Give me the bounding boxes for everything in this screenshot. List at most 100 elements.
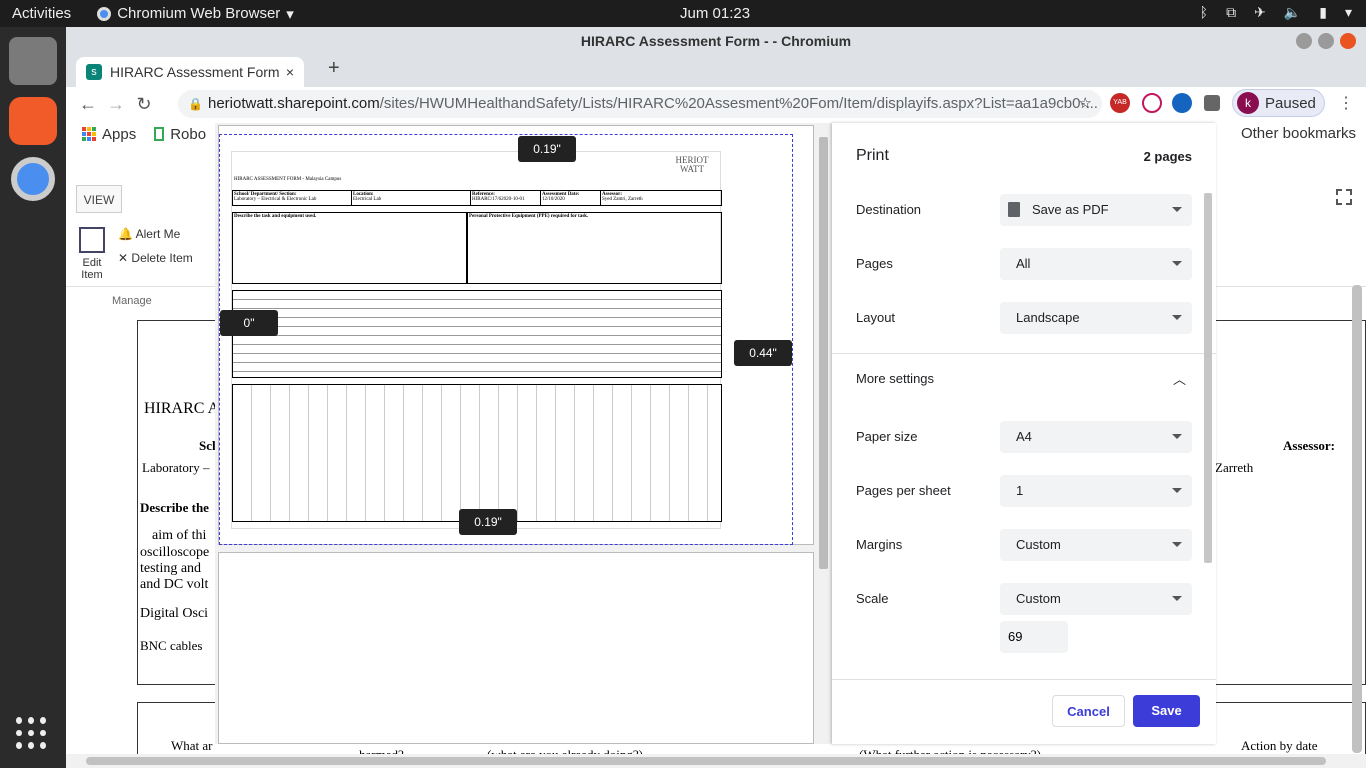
edit-item-icon [79,227,105,253]
sharepoint-icon: s [86,64,102,80]
page-count: 2 pages [1143,149,1192,164]
pdf-file-icon [1008,202,1020,217]
lock-icon: 🔒 [188,97,203,111]
back-icon[interactable]: ← [74,94,102,115]
chromium-icon[interactable] [11,157,55,201]
val-assessor: Syed Zamri, Zarreth [602,197,643,202]
yab-extension-icon[interactable]: YAB [1110,93,1130,113]
profile-button[interactable]: k Paused [1232,89,1325,117]
url-path: /sites/HWUMHealthandSafety/Lists/HIRARC%… [379,95,1098,112]
clock[interactable]: Jum 01:23 [680,5,750,22]
forward-icon[interactable]: → [102,94,130,115]
chromium-icon [97,6,112,21]
layout-select[interactable]: Landscape [1000,302,1192,334]
browser-toolbar: ← → ↻ 🔒 heriotwatt.sharepoint.com/sites/… [66,87,1366,121]
robo-bookmark[interactable]: Robo [154,126,206,143]
app-menu[interactable]: Chromium Web Browser ▾ [97,5,294,23]
volume-icon[interactable]: 🔈 [1284,4,1301,21]
margin-right-tag[interactable]: 0.44" [734,340,792,366]
destination-select[interactable]: Save as PDF [1000,194,1192,226]
ribbon-group-label: Manage [112,295,152,307]
destination-label: Destination [856,202,922,217]
layout-row: Layout Landscape [856,302,1192,334]
panel-scrollbar[interactable] [1204,193,1212,563]
show-apps-icon[interactable] [16,717,48,749]
window-titlebar[interactable]: HIRARC Assessment Form - - Chromium [66,27,1366,55]
apps-bookmark[interactable]: Apps [82,126,136,143]
val-reference: HIRARC/17/62020-10-01 [472,197,525,202]
settings-divider [832,353,1216,354]
menu-kebab-icon[interactable]: ⋮ [1338,93,1354,113]
destination-row: Destination Save as PDF [856,194,1192,226]
scale-select[interactable]: Custom [1000,583,1192,615]
pages-row: Pages All [856,248,1192,280]
margin-left-tag[interactable]: 0" [220,310,278,336]
margins-row: Margins Custom [856,529,1192,561]
extensions-puzzle-icon[interactable] [1204,95,1220,111]
other-bookmarks[interactable]: Other bookmarks [1241,125,1356,142]
battery-icon[interactable]: ▮ [1319,4,1327,21]
bg-lab: Laboratory – [142,460,210,475]
new-tab-button[interactable]: + [328,57,340,80]
system-tray[interactable]: ᛒ ⧉ ✈ 🔈 ▮ ▾ [1200,4,1352,21]
edit-item-label: Edit Item [81,257,103,281]
paper-size-select[interactable]: A4 [1000,421,1192,453]
bg-bnc: BNC cables [140,638,203,653]
form-title: HIRARC ASSESSMENT FORM - Malaysia Campus [234,177,342,182]
delete-item-button[interactable]: ✕ Delete Item [118,251,193,265]
files-icon[interactable] [9,37,57,85]
address-bar[interactable]: 🔒 heriotwatt.sharepoint.com/sites/HWUMHe… [178,90,1102,118]
more-settings-label: More settings [856,371,935,386]
header-table: School/ Department/ Section: Laboratory –… [232,190,722,206]
tab-view[interactable]: VIEW [76,185,122,213]
ppe-label: Personal Protective Equipment (PPE) requ… [469,214,589,219]
bg-line-3: testing and [140,561,202,576]
paused-label: Paused [1265,94,1316,112]
chevron-down-icon: ▾ [286,5,294,23]
tab-hirarc[interactable]: s HIRARC Assessment Form × [76,57,304,87]
bg-action-by-date: Action by date [1241,738,1318,753]
minimize-button[interactable] [1296,33,1312,49]
cancel-button[interactable]: Cancel [1052,695,1125,727]
pages-per-sheet-select[interactable]: 1 [1000,475,1192,507]
window-title: HIRARC Assessment Form - - Chromium [580,33,852,49]
chevron-down-icon[interactable]: ▾ [1345,4,1352,21]
avatar: k [1237,92,1259,114]
scale-input[interactable]: 69 [1000,621,1068,653]
airplane-icon[interactable]: ✈ [1254,4,1266,21]
fullscreen-icon[interactable] [1336,189,1352,205]
matrix-table [232,384,722,522]
bookmark-star-icon[interactable]: ☆ [1079,90,1092,118]
bluetooth-icon[interactable]: ᛒ [1200,4,1208,21]
reload-icon[interactable]: ↻ [130,94,158,115]
preview-page-2 [218,552,814,744]
margin-top-tag[interactable]: 0.19" [518,136,576,162]
maximize-button[interactable] [1318,33,1334,49]
bg-line-4: and DC volt [140,577,209,592]
activities-button[interactable]: Activities [12,5,71,22]
val-location: Electrical Lab [353,197,382,202]
edit-item-button[interactable]: Edit Item [76,227,108,281]
tab-strip: s HIRARC Assessment Form × + [66,55,1366,87]
vpn-extension-icon[interactable] [1172,93,1192,113]
scale-label: Scale [856,591,889,606]
save-button[interactable]: Save [1133,695,1200,727]
pages-select[interactable]: All [1000,248,1192,280]
tab-title: HIRARC Assessment Form [110,64,280,80]
brave-icon[interactable] [9,97,57,145]
margins-select[interactable]: Custom [1000,529,1192,561]
more-settings-toggle[interactable]: More settings ︿ [856,363,1192,395]
network-icon[interactable]: ⧉ [1226,4,1236,21]
apps-grid-icon [82,127,96,141]
alert-me-button[interactable]: 🔔 Alert Me [118,227,180,241]
page-scrollbar[interactable] [1352,285,1362,753]
horizontal-scrollbar[interactable] [66,754,1366,768]
describe-label: Describe the task and equipment used. [234,214,317,219]
margin-bottom-tag[interactable]: 0.19" [459,509,517,535]
close-button[interactable] [1340,33,1356,49]
preview-scrollbar[interactable] [819,137,828,569]
pages-label: Pages [856,256,893,271]
bell-icon: 🔔 [118,227,133,241]
close-tab-icon[interactable]: × [286,64,294,80]
play-extension-icon[interactable] [1142,93,1162,113]
